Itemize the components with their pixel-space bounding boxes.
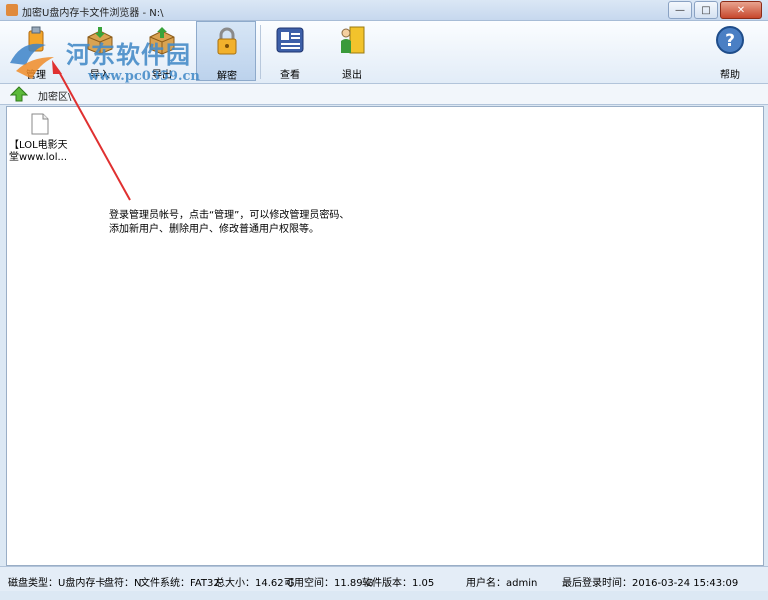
watermark-name: 河东软件园 [66,40,191,69]
title-bar: 加密U盘内存卡文件浏览器 - N:\ — □ ✕ [0,0,768,21]
help-icon: ? [716,26,744,54]
help-button[interactable]: ? 帮助 [700,21,760,81]
toolbar: 管理 导入 导出 解密 查看 退出 ? 帮助 河东软件园 www.pc0359.… [0,21,768,84]
status-username: 用户名：admin [466,578,538,589]
annotation-line2: 添加新用户、删除用户、修改普通用户权限等。 [109,224,319,235]
decrypt-label: 解密 [217,71,237,82]
status-free-space: 可用空间：11.89 G [284,578,374,589]
file-item[interactable]: 【LOL电影天 堂www.lol... [9,113,71,164]
up-arrow-icon[interactable] [10,86,28,102]
view-label: 查看 [280,70,300,81]
lock-icon [217,27,237,55]
svg-text:?: ? [725,31,735,51]
status-disk-type: 磁盘类型：U盘内存卡 [8,578,106,589]
file-icon [31,113,49,135]
file-list-area[interactable]: 【LOL电影天 堂www.lol... 登录管理员帐号，点击“管理”，可以修改管… [6,106,764,566]
help-label: 帮助 [720,70,740,81]
maximize-button[interactable]: □ [694,1,718,19]
exit-label: 退出 [342,70,362,81]
close-button[interactable]: ✕ [720,1,762,19]
file-name-line2: 堂www.lol... [9,152,68,163]
annotation-line1: 登录管理员帐号，点击“管理”，可以修改管理员密码、 [109,210,350,221]
status-bar: 磁盘类型：U盘内存卡 盘符：N 文件系统：FAT32 总大小：14.62 G 可… [0,566,768,591]
path-bar: 加密区\ [0,84,768,105]
exit-button[interactable]: 退出 [322,21,382,81]
file-name-line1: 【LOL电影天 [9,140,68,151]
minimize-button[interactable]: — [668,1,692,19]
status-version: 软件版本：1.05 [362,578,435,589]
watermark-logo [10,43,54,79]
view-icon [276,27,304,53]
watermark-url: www.pc0359.cn [88,69,200,84]
decrypt-button[interactable]: 解密 [196,21,256,82]
view-button[interactable]: 查看 [260,21,320,81]
status-drive: 盘符：N [104,578,142,589]
status-last-login: 最后登录时间：2016-03-24 15:43:09 [562,578,739,589]
status-total-size: 总大小：14.62 G [215,578,295,589]
exit-icon [341,26,365,54]
window-title: 加密U盘内存卡文件浏览器 - N:\ [22,8,164,19]
app-icon [6,4,18,16]
status-filesystem: 文件系统：FAT32 [140,578,220,589]
annotation-note: 登录管理员帐号，点击“管理”，可以修改管理员密码、 添加新用户、删除用户、修改普… [109,209,349,237]
current-path: 加密区\ [38,92,72,103]
window-controls: — □ ✕ [668,1,762,19]
